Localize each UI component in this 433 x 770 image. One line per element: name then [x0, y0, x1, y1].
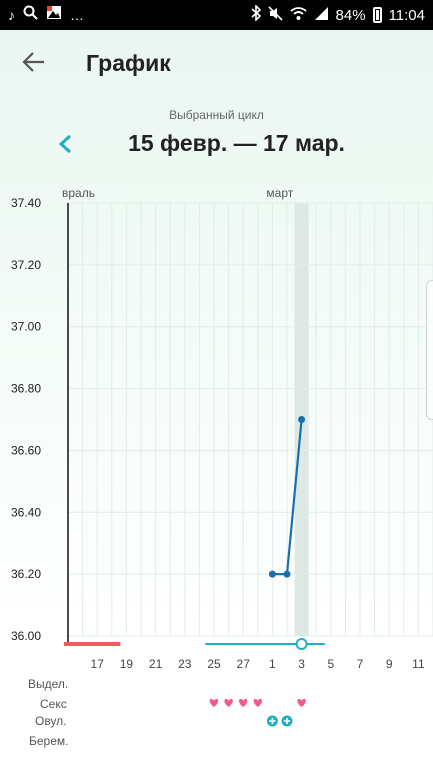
x-tick-label: 27	[237, 657, 251, 671]
bluetooth-icon	[251, 4, 261, 25]
period-bar	[64, 642, 121, 646]
temperature-point	[298, 416, 306, 423]
wifi-icon	[289, 6, 307, 25]
y-tick-label: 37.20	[11, 258, 41, 272]
search-icon	[23, 5, 38, 24]
x-tick-label: 7	[357, 657, 364, 671]
temperature-point	[268, 570, 276, 578]
x-tick-label: 3	[298, 657, 305, 671]
x-tick-label: 23	[178, 657, 192, 671]
heart-icon	[297, 698, 306, 707]
more-notifications-icon: …	[70, 6, 84, 23]
clock: 11:04	[388, 6, 425, 24]
y-tick-label: 37.40	[11, 196, 41, 210]
row-label-ovulation: Овул.	[35, 714, 67, 728]
image-icon	[46, 5, 62, 24]
x-tick-label: 19	[120, 657, 134, 671]
ovulation-marker	[295, 638, 308, 650]
back-arrow-icon[interactable]	[20, 48, 48, 76]
y-tick-label: 36.60	[11, 443, 41, 457]
x-tick-label: 11	[412, 657, 425, 671]
heart-icon	[239, 698, 248, 707]
heart-icon	[209, 698, 219, 707]
battery-icon	[372, 7, 382, 23]
y-tick-label: 36.20	[11, 567, 41, 581]
temperature-point	[283, 570, 291, 578]
x-tick-label: 25	[207, 657, 221, 671]
heart-icon	[224, 698, 233, 707]
music-icon: ♪	[8, 6, 15, 23]
signal-icon	[314, 6, 329, 25]
month-label: враль	[62, 186, 95, 200]
row-label-sex: Секс	[40, 697, 67, 711]
page-title: График	[86, 50, 171, 76]
cycle-label: Выбранный цикл	[169, 108, 264, 122]
y-tick-label: 36.40	[11, 505, 41, 519]
row-label-discharge: Выдел.	[28, 677, 69, 691]
cycle-range: 15 февр. — 17 мар.	[128, 130, 345, 156]
side-panel-handle[interactable]	[426, 280, 433, 420]
y-tick-label: 36.00	[11, 629, 41, 643]
battery-percent: 84%	[335, 6, 366, 24]
x-tick-label: 1	[269, 657, 276, 671]
x-tick-label: 9	[386, 657, 393, 671]
y-tick-label: 36.80	[11, 382, 41, 396]
mute-icon	[267, 5, 283, 25]
heart-icon	[253, 698, 262, 707]
row-label-pregnancy: Берем.	[29, 734, 69, 748]
month-label: март	[266, 186, 293, 200]
x-tick-label: 5	[327, 657, 334, 671]
y-tick-label: 37.00	[11, 320, 41, 334]
x-tick-label: 21	[149, 657, 163, 671]
status-bar: ♪ … 84% 11:04	[0, 0, 433, 30]
x-tick-label: 17	[91, 657, 105, 671]
